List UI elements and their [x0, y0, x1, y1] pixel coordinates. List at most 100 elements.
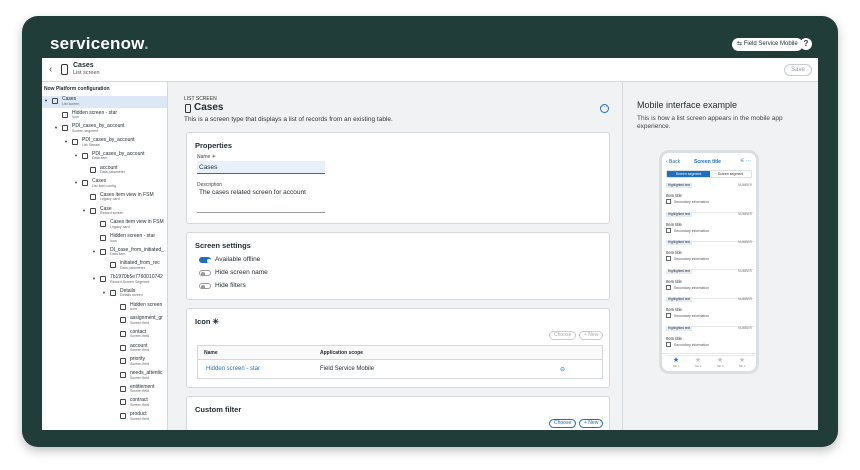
back-chevron-icon[interactable]: ‹	[49, 64, 52, 75]
expand-caret-icon[interactable]: ▼	[92, 276, 96, 281]
tree-node[interactable]: account Screen field	[42, 343, 167, 355]
phone-secondary-info: Secondary information	[674, 200, 710, 204]
help-icon[interactable]: ?	[800, 38, 812, 50]
tree-node-type: Data parameter	[100, 170, 125, 174]
description-field[interactable]: The cases related screen for account	[197, 189, 325, 213]
phone-item-title: Item title	[666, 221, 682, 227]
tree-node[interactable]: ▼ Details Details screen	[42, 288, 167, 300]
tree-node[interactable]: priority Screen field	[42, 356, 167, 368]
servicenow-logo[interactable]: servicenow.	[50, 34, 149, 54]
available-offline-toggle[interactable]	[199, 257, 211, 263]
tree-node[interactable]: contract Screen field	[42, 397, 167, 409]
tree-node[interactable]: account Data parameter	[42, 165, 167, 177]
tree-node[interactable]: ▼ Case Record screen	[42, 206, 167, 218]
hide-filters-toggle[interactable]	[199, 283, 211, 289]
phone-tab-label: Tab 3	[716, 364, 724, 368]
save-button[interactable]: Save	[784, 64, 812, 76]
phone-tab: ★ Tab 3	[712, 356, 728, 368]
phone-highlight-badge: Highlighted text	[666, 268, 692, 274]
phone-tab: ★ Tab 2	[690, 356, 706, 368]
phone-list-item: Highlighted text NUMBER Item title Secondar…	[666, 268, 754, 299]
remove-icon[interactable]: ⊖	[560, 366, 565, 373]
app-scope-badge[interactable]: ⇆ Field Service Mobile	[732, 38, 803, 51]
tree-node[interactable]: Cases item view in FSM Legacy card	[42, 219, 167, 231]
tree-node[interactable]: Hidden screen - star Icon	[42, 110, 167, 122]
phone-item-number: NUMBER	[738, 211, 752, 216]
icon-record-link[interactable]: Hidden screen - star	[206, 366, 260, 372]
node-type-icon	[120, 385, 126, 392]
secondary-info-icon	[666, 227, 671, 233]
tree-node[interactable]: ▼ PDI_cases_by_account List Stream	[42, 137, 167, 149]
configuration-tree: Now Platform configuration ▼ Cases List sc…	[42, 82, 168, 430]
phone-item-number: NUMBER	[738, 183, 752, 187]
phone-highlight-badge: Highlighted text	[666, 183, 692, 188]
preview-title: Mobile interface example	[637, 100, 738, 110]
expand-caret-icon[interactable]: ▼	[74, 153, 78, 158]
tree-node[interactable]: entitlement Screen field	[42, 384, 167, 396]
tree-node[interactable]: Hidden screen - star Icon	[42, 233, 167, 245]
expand-caret-icon[interactable]: ▼	[44, 98, 48, 103]
column-header-scope: Application scope	[320, 350, 364, 356]
phone-list-item: Highlighted text NUMBER Item title Secondar…	[666, 240, 754, 270]
choose-filter-button[interactable]: Choose	[549, 419, 577, 428]
phone-item-number: NUMBER	[738, 268, 752, 273]
properties-title: Properties	[195, 141, 233, 150]
phone-highlight-badge: Highlighted text	[666, 325, 692, 331]
expand-caret-icon[interactable]: ▼	[82, 208, 86, 213]
expand-caret-icon[interactable]: ▼	[74, 180, 78, 185]
expand-caret-icon[interactable]: ▼	[54, 125, 58, 130]
mobile-screen-icon	[61, 64, 68, 75]
name-label: Name ✳	[197, 154, 216, 160]
tree-node[interactable]: contact Screen field	[42, 329, 167, 341]
phone-filter-more-icon: ⚟ ···	[740, 158, 751, 164]
tree-node[interactable]: Hidden screen Icon	[42, 302, 167, 314]
tree-node-type: Screen field	[130, 348, 149, 353]
description-label: Description	[197, 182, 223, 188]
phone-highlight-badge: Highlighted text	[666, 211, 692, 217]
tree-node[interactable]: ▼ PDI_cases_by_account Screen segment	[42, 123, 167, 135]
new-icon-button[interactable]: + New	[579, 331, 604, 340]
screen-settings-card: Screen settings Available offline Hide s…	[186, 232, 610, 300]
tree-heading: Now Platform configuration	[44, 86, 110, 92]
new-filter-button[interactable]: + New	[579, 419, 604, 428]
expand-caret-icon[interactable]: ▼	[64, 139, 68, 144]
phone-list-item: Highlighted text NUMBER Item title Secondar…	[666, 183, 754, 213]
more-options-icon[interactable]: ···	[600, 104, 609, 113]
app-workspace: ‹ Cases List screen Save Now Platform co…	[42, 58, 818, 430]
phone-list-item: Highlighted text NUMBER Item title Secondar…	[666, 297, 754, 327]
secondary-info-icon	[666, 284, 671, 290]
secondary-info-icon	[666, 341, 671, 347]
tree-node[interactable]: initiated_from_rec Data parameter	[42, 260, 167, 272]
hide-screen-name-toggle[interactable]	[199, 270, 211, 276]
phone-tab: ★ Tab 1	[668, 356, 684, 368]
tree-node-type: Screen field	[130, 334, 149, 339]
tree-node[interactable]: ▼ Cases List item config	[42, 178, 167, 190]
tree-node[interactable]: ▼ Cases List screen	[42, 96, 167, 108]
tree-node[interactable]: assignment_gr Screen field	[42, 315, 167, 327]
secondary-info-icon	[666, 256, 671, 261]
node-type-icon	[120, 317, 126, 324]
icon-section-title: Icon ✳	[195, 317, 219, 326]
tree-node[interactable]: needs_attentic Screen field	[42, 370, 167, 382]
node-type-icon	[82, 152, 88, 159]
tree-node[interactable]: ▼ 7b1970b5e7760010742 Record Screen Segmen…	[42, 274, 167, 286]
tree-node[interactable]: ▼ DI_case_from_initiated_ Data item	[42, 247, 167, 259]
node-type-icon	[120, 413, 126, 420]
name-field[interactable]: Cases	[197, 161, 325, 174]
expand-caret-icon[interactable]: ▼	[92, 249, 96, 254]
node-type-icon	[100, 221, 106, 228]
phone-secondary-info: Secondary information	[674, 314, 710, 318]
node-type-icon	[90, 193, 96, 200]
expand-caret-icon[interactable]: ▼	[102, 290, 106, 295]
page-title: Cases	[73, 62, 94, 69]
node-type-icon	[82, 180, 88, 187]
tree-node[interactable]: product Screen field	[42, 411, 167, 423]
phone-item-title: Item title	[666, 250, 682, 255]
tree-node-type: Data item	[92, 156, 108, 161]
node-type-icon	[100, 248, 106, 255]
tree-node[interactable]: ▼ PDI_cases_by_account Data item	[42, 151, 167, 163]
properties-card: Properties Name ✳ Cases Description The …	[186, 132, 610, 224]
choose-icon-button[interactable]: Choose	[549, 331, 577, 340]
column-header-name: Name	[204, 350, 218, 356]
tree-node[interactable]: Cases item view in FSM Legacy card	[42, 192, 167, 204]
